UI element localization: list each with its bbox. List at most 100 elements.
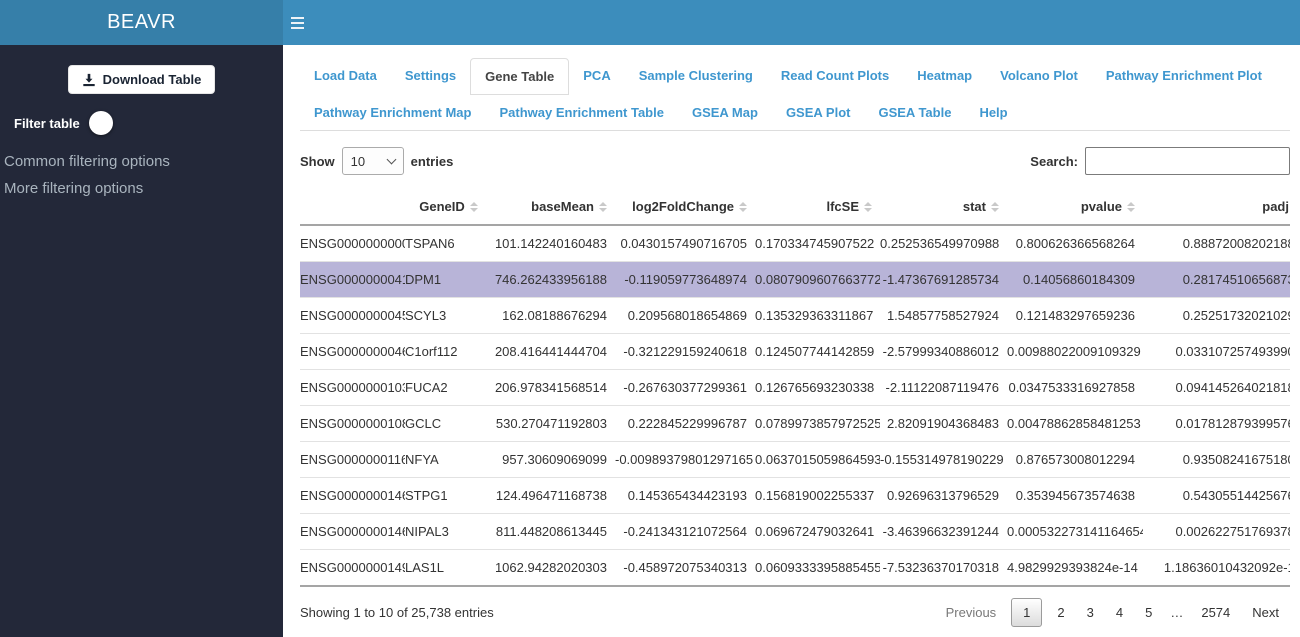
tab-load-data[interactable]: Load Data (300, 58, 391, 95)
table-cell: -0.241343121072564 (615, 513, 755, 550)
table-cell: 1.18636010432092e-12 (1143, 549, 1290, 585)
page-length-control: Show 10 entries (300, 147, 453, 175)
table-row[interactable]: ENSG00000000003 TSPAN6 101.142240160483 0.0… (300, 225, 1290, 262)
table-cell: 0.14056860184309 (1007, 261, 1143, 298)
column-header-log2foldchange[interactable]: log2FoldChange (615, 189, 755, 226)
table-row[interactable]: ENSG00000001084 GCLC 530.270471192803 0.222… (300, 405, 1290, 442)
table-cell: 1.54857758527924 (880, 297, 1007, 334)
table-row[interactable]: ENSG00000001036 FUCA2 206.978341568514 -0.2… (300, 369, 1290, 406)
column-header-label: padj (1262, 199, 1289, 214)
filter-table-toggle[interactable] (88, 111, 136, 135)
search-input[interactable] (1085, 147, 1290, 175)
toggle-knob (88, 111, 113, 135)
entries-label: entries (410, 153, 454, 169)
table-cell: 811.448208613445 (492, 513, 615, 550)
download-table-button[interactable]: Download Table (67, 65, 216, 94)
table-row[interactable]: ENSG00000001460 STPG1 124.496471168738 0.14… (300, 477, 1290, 514)
column-header-inner: pvalue (1007, 199, 1143, 214)
tab-gsea-table[interactable]: GSEA Table (864, 95, 965, 130)
page-button-previous[interactable]: Previous (935, 598, 1008, 627)
tab-pca[interactable]: PCA (569, 58, 624, 95)
column-header-padj[interactable]: padj (1143, 189, 1290, 226)
page-ellipsis: … (1170, 605, 1184, 620)
table-row[interactable]: ENSG00000000460 C1orf112 208.416441444704-… (300, 333, 1290, 370)
table-cell: 0.0178128793995765 (1143, 405, 1290, 442)
tab-volcano-plot[interactable]: Volcano Plot (986, 58, 1092, 95)
table-cell: 957.30609069099 (492, 441, 615, 478)
table-cell: ENSG00000001167 (300, 441, 405, 478)
table-cell: NIPAL3 (405, 513, 492, 550)
column-header-rownames (300, 189, 405, 226)
page-button-2574[interactable]: 2574 (1190, 598, 1241, 627)
table-cell: 0.543055144256766 (1143, 477, 1290, 514)
table-cell: ENSG00000001497 (300, 549, 405, 585)
sidebar-item-common-filtering-options[interactable]: Common filtering options (0, 148, 283, 175)
table-row[interactable]: ENSG00000000419 DPM1 746.262433956188 -0.11… (300, 261, 1290, 298)
top-navbar (283, 0, 1300, 45)
download-button-label: Download Table (102, 72, 202, 87)
table-row[interactable]: ENSG00000001461 NIPAL3 811.448208613445 -0.… (300, 513, 1290, 550)
tab-navigation: Load Data Settings Gene Table PCA Sample Clu… (300, 58, 1290, 131)
page-length-select[interactable]: 10 (341, 147, 404, 175)
table-cell: LAS1L (405, 549, 492, 585)
tab-settings[interactable]: Settings (391, 58, 470, 95)
table-cell: 0.252536549970988 (880, 236, 1000, 251)
gene-table: GeneID baseMean log2FoldChange lfcSE stat pva… (300, 189, 1290, 585)
tab-pathway-enrichment-map[interactable]: Pathway Enrichment Map (300, 95, 485, 130)
sort-arrows-icon (1127, 201, 1135, 212)
gene-table-container: GeneID baseMean log2FoldChange lfcSE stat pva… (300, 189, 1290, 587)
table-cell: 0.800626366568264 (1015, 236, 1135, 251)
table-cell: -2.57999340886012 (880, 333, 1007, 370)
column-header-label: pvalue (1080, 199, 1122, 214)
tab-heatmap[interactable]: Heatmap (903, 58, 986, 95)
sort-arrows-icon (599, 201, 607, 212)
table-cell: 0.0637015059864593 (755, 441, 880, 478)
sort-arrows-icon (469, 201, 478, 212)
page-button-4[interactable]: 4 (1105, 598, 1134, 627)
table-cell: 0.121483297659236 (1007, 297, 1143, 334)
table-cell: ENSG00000001461 (300, 513, 405, 550)
tab-gene-table[interactable]: Gene Table (470, 58, 570, 95)
page-button-5[interactable]: 5 (1134, 598, 1163, 627)
hamburger-icon[interactable] (283, 0, 328, 45)
table-cell: 0.0026227517693785 (1143, 513, 1290, 550)
table-cell: ENSG00000001036 (300, 369, 405, 406)
table-row[interactable]: ENSG00000001497 LAS1L 1062.94282020303 -0.4… (300, 549, 1290, 585)
column-header-lfcse[interactable]: lfcSE (755, 189, 880, 226)
table-cell: -2.11122087119476 (880, 369, 1007, 406)
tab-help[interactable]: Help (965, 95, 1021, 130)
table-info: Showing 1 to 10 of 25,738 entries (300, 605, 494, 620)
table-cell: -0.458972075340313 (615, 549, 755, 585)
page-button-3[interactable]: 3 (1076, 598, 1105, 627)
table-cell: STPG1 (405, 477, 492, 514)
table-cell: 162.08188676294 (492, 297, 615, 334)
page-button-1[interactable]: 1 (1011, 598, 1043, 627)
tab-gsea-map[interactable]: GSEA Map (678, 95, 772, 130)
tab-pathway-enrichment-table[interactable]: Pathway Enrichment Table (485, 95, 677, 130)
page-length-value: 10 (350, 153, 366, 169)
column-header-pvalue[interactable]: pvalue (1007, 189, 1143, 226)
table-cell: NFYA (405, 441, 492, 478)
table-cell: 0.92696313796529 (880, 477, 1007, 514)
table-cell: 0.222845229996787 (615, 405, 755, 442)
page-button-2[interactable]: 2 (1046, 598, 1075, 627)
column-header-inner: log2FoldChange (615, 199, 755, 214)
column-header-geneid[interactable]: GeneID (405, 189, 492, 226)
tab-sample-clustering[interactable]: Sample Clustering (625, 58, 767, 95)
column-header-basemean[interactable]: baseMean (492, 189, 615, 226)
tab-pathway-enrichment-plot[interactable]: Pathway Enrichment Plot (1092, 58, 1276, 95)
table-cell: 0.069672479032641 (755, 513, 880, 550)
table-cell: -1.47367691285734 (880, 261, 1007, 298)
table-row[interactable]: ENSG00000001167 NFYA 957.30609069099 -0.009… (300, 441, 1290, 478)
table-row[interactable]: ENSG00000000457 SCYL3 162.08188676294 0.209… (300, 297, 1290, 334)
tab-gsea-plot[interactable]: GSEA Plot (772, 95, 865, 130)
sort-arrows-icon (739, 201, 747, 212)
tab-row-1: Load Data Settings Gene Table PCA Sample Clu… (300, 58, 1290, 95)
tab-read-count-plots[interactable]: Read Count Plots (767, 58, 903, 95)
page-button-next[interactable]: Next (1241, 598, 1290, 627)
table-cell: ENSG00000000419 (300, 261, 405, 298)
sidebar-item-more-filtering-options[interactable]: More filtering options (0, 175, 283, 202)
table-cell: 0.281745106568735 (1143, 261, 1290, 298)
column-header-stat[interactable]: stat (880, 189, 1007, 226)
chevron-down-icon (386, 154, 397, 165)
